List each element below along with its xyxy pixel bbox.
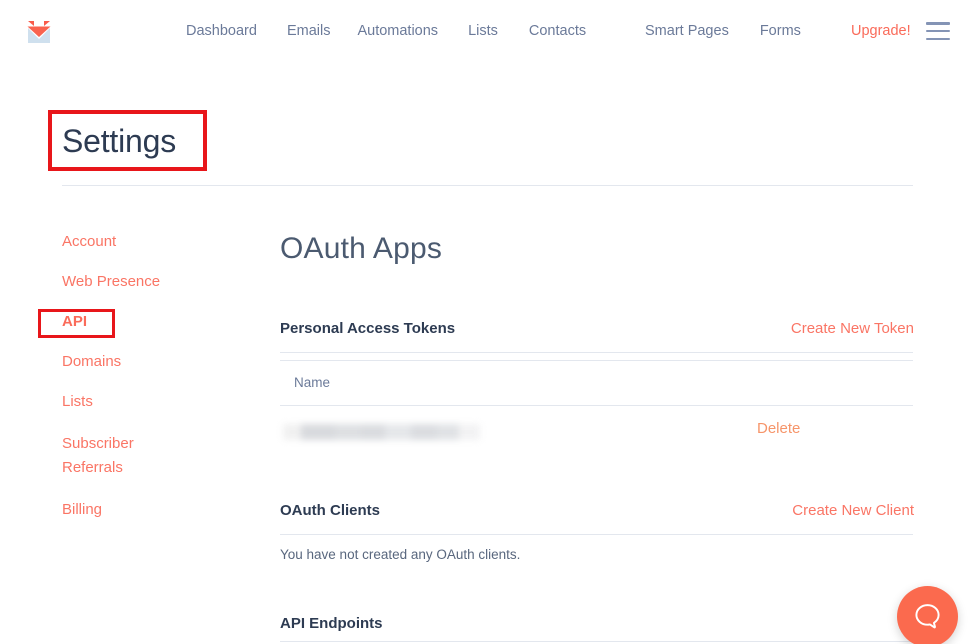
settings-sidebar: Account Web Presence API Domains Lists S… [62,232,242,540]
logo-icon [24,17,54,47]
top-navbar: Dashboard Emails Automations Lists Conta… [0,0,978,62]
section-api-endpoints-header: API Endpoints [280,615,914,632]
sidebar-item-billing[interactable]: Billing [62,500,242,520]
nav-link-emails[interactable]: Emails [287,23,331,39]
sidebar-item-account[interactable]: Account [62,232,242,252]
sidebar-item-subscriber-referrals[interactable]: Subscriber Referrals [62,432,242,480]
secondary-nav: Smart Pages Forms [645,0,801,62]
sidebar-item-api-highlight-box [38,309,115,338]
chat-bubble-icon [913,602,942,631]
section-title: Personal Access Tokens [280,320,455,337]
hamburger-bar [926,38,950,41]
hamburger-bar [926,30,950,33]
page-root: Dashboard Emails Automations Lists Conta… [0,0,978,644]
section-title: API Endpoints [280,615,383,632]
table-header-divider [280,405,913,406]
oauth-clients-empty-message: You have not created any OAuth clients. [280,547,520,562]
create-new-token-link[interactable]: Create New Token [791,320,914,337]
table-top-border [280,360,913,361]
nav-link-contacts[interactable]: Contacts [529,23,586,39]
nav-link-forms[interactable]: Forms [760,23,801,39]
hamburger-menu-icon[interactable] [926,22,950,40]
help-chat-beacon-button[interactable] [897,586,958,644]
section-personal-access-tokens-header: Personal Access Tokens Create New Token [280,320,914,337]
sidebar-item-lists[interactable]: Lists [62,392,242,412]
section-divider [280,352,913,353]
nav-link-lists[interactable]: Lists [468,23,498,39]
section-divider [280,641,913,642]
create-new-client-link[interactable]: Create New Client [792,502,914,519]
header-divider [62,185,913,186]
section-title: OAuth Clients [280,502,380,519]
nav-link-automations[interactable]: Automations [357,23,438,39]
table-column-header-name: Name [294,375,330,390]
hamburger-bar [926,22,950,25]
delete-token-link[interactable]: Delete [757,420,800,437]
primary-nav: Dashboard Emails Automations Lists Conta… [186,0,586,62]
section-divider [280,534,913,535]
page-title-highlight-box [48,110,207,171]
sidebar-item-web-presence[interactable]: Web Presence [62,272,242,292]
section-oauth-clients-header: OAuth Clients Create New Client [280,502,914,519]
sendfox-fox-envelope-logo[interactable] [24,17,54,47]
content-heading: OAuth Apps [280,232,442,266]
table-cell-token-name-redacted [283,420,480,444]
nav-link-smart-pages[interactable]: Smart Pages [645,23,729,39]
nav-link-dashboard[interactable]: Dashboard [186,23,257,39]
nav-link-upgrade[interactable]: Upgrade! [851,0,911,62]
sidebar-item-domains[interactable]: Domains [62,352,242,372]
